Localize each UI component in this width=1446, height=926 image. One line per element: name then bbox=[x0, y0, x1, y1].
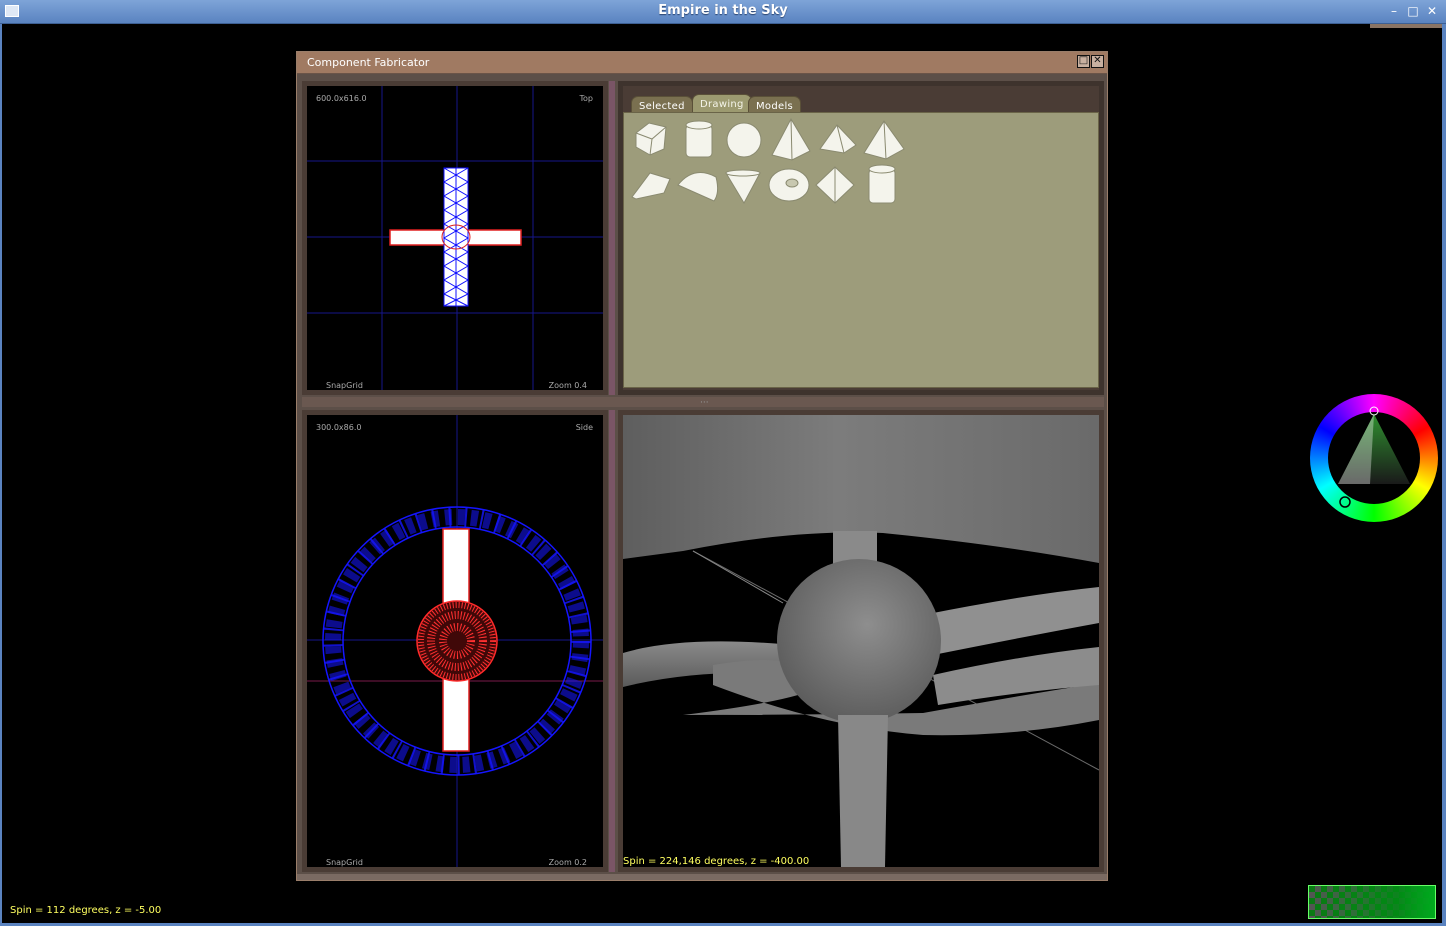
status-spin-readout: Spin = 112 degrees, z = -5.00 bbox=[10, 905, 162, 916]
horizontal-splitter[interactable]: ··· bbox=[302, 397, 1104, 408]
top-view-name: Top bbox=[579, 94, 594, 103]
top-vertical-truss bbox=[442, 167, 470, 307]
render-sphere bbox=[777, 559, 941, 723]
color-selection-marker-icon bbox=[1339, 496, 1351, 508]
component-fabricator-window[interactable]: Component Fabricator □ ✕ 600.0x616.0 Top… bbox=[296, 51, 1108, 881]
window-border-left bbox=[0, 24, 2, 926]
short-cylinder-icon[interactable] bbox=[868, 164, 896, 204]
window-border-right bbox=[1442, 24, 1446, 926]
window-titlebar[interactable]: Empire in the Sky – □ ✕ bbox=[0, 0, 1446, 24]
side-sphere bbox=[416, 600, 498, 682]
toolbar-strip bbox=[1370, 24, 1442, 28]
top-view-size: 600.0x616.0 bbox=[316, 94, 367, 103]
side-view-canvas[interactable] bbox=[307, 415, 603, 867]
hue-marker-icon bbox=[1369, 406, 1379, 416]
color-wheel[interactable] bbox=[1310, 394, 1438, 522]
fabricator-titlebar[interactable]: Component Fabricator □ ✕ bbox=[297, 52, 1107, 74]
fabricator-close-icon[interactable]: ✕ bbox=[1091, 55, 1104, 68]
splitter-grip-icon[interactable]: ··· bbox=[700, 398, 709, 408]
top-view-snapgrid[interactable]: SnapGrid bbox=[326, 381, 363, 390]
tetrahedron-icon[interactable] bbox=[863, 120, 905, 160]
drawing-tab-panel bbox=[623, 112, 1099, 388]
torus-icon[interactable] bbox=[768, 168, 810, 202]
fabricator-maximize-icon[interactable]: □ bbox=[1077, 55, 1090, 68]
prism-icon[interactable] bbox=[635, 122, 667, 156]
side-view-size: 300.0x86.0 bbox=[316, 423, 362, 432]
cylinder-icon[interactable] bbox=[685, 120, 713, 158]
window-title: Empire in the Sky bbox=[658, 3, 788, 18]
color-triangle[interactable] bbox=[1310, 394, 1438, 522]
render-spin-readout: Spin = 224,146 degrees, z = -400.00 bbox=[623, 856, 810, 867]
color-preview-swatch[interactable] bbox=[1308, 885, 1436, 919]
side-view-snapgrid[interactable]: SnapGrid bbox=[326, 858, 363, 867]
cone-icon[interactable] bbox=[725, 169, 761, 205]
side-view-zoom: Zoom 0.2 bbox=[548, 858, 587, 867]
maximize-icon[interactable]: □ bbox=[1405, 3, 1421, 19]
fabricator-bottom-bar[interactable] bbox=[297, 874, 1107, 880]
wedge-icon[interactable] bbox=[631, 172, 671, 200]
flat-pyramid-icon[interactable] bbox=[819, 124, 857, 154]
top-view-canvas[interactable] bbox=[307, 86, 603, 390]
side-view-name: Side bbox=[575, 423, 593, 432]
half-disc-icon[interactable] bbox=[677, 172, 719, 202]
top-view-zoom: Zoom 0.4 bbox=[548, 381, 587, 390]
pyramid-icon[interactable] bbox=[771, 117, 811, 161]
side-view-viewport[interactable]: 300.0x86.0 Side SnapGrid Zoom 0.2 bbox=[302, 410, 608, 872]
top-view-viewport[interactable]: 600.0x616.0 Top SnapGrid Zoom 0.4 bbox=[302, 81, 608, 395]
minimize-icon[interactable]: – bbox=[1386, 3, 1402, 19]
sphere-icon[interactable] bbox=[726, 122, 762, 158]
fabricator-title: Component Fabricator bbox=[307, 56, 430, 69]
vertical-splitter-top[interactable] bbox=[609, 81, 615, 395]
shape-palette-panel: Selected Drawing Models bbox=[618, 81, 1104, 395]
render-3d-viewport[interactable]: Spin = 224,146 degrees, z = -400.00 bbox=[618, 410, 1104, 872]
vertical-splitter-bottom[interactable] bbox=[609, 410, 615, 872]
render-3d-canvas[interactable] bbox=[623, 415, 1099, 867]
diamond-icon[interactable] bbox=[815, 166, 855, 204]
close-icon[interactable]: ✕ bbox=[1424, 3, 1440, 19]
